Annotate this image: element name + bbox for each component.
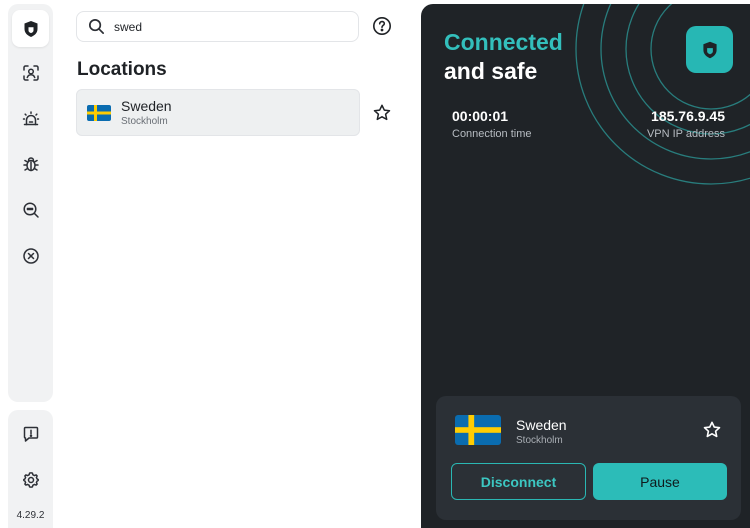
gear-icon xyxy=(22,471,39,488)
pause-button[interactable]: Pause xyxy=(593,463,727,500)
vpn-ip-value: 185.76.9.45 xyxy=(651,108,725,124)
sidebar-item-threats[interactable] xyxy=(12,145,49,182)
shield-icon xyxy=(24,20,37,37)
face-scan-icon xyxy=(22,64,39,81)
help-button[interactable] xyxy=(372,16,392,36)
disconnect-button[interactable]: Disconnect xyxy=(451,463,586,500)
star-icon xyxy=(373,104,391,121)
status-subtitle: and safe xyxy=(444,58,538,84)
sidebar-item-vpn[interactable] xyxy=(12,10,49,47)
status-title: Connected xyxy=(444,29,563,55)
alarm-icon xyxy=(22,110,39,125)
sidebar-bottom: 4.29.2 xyxy=(8,410,53,528)
protection-badge xyxy=(686,26,733,73)
block-icon xyxy=(22,247,39,264)
connection-time-label: Connection time xyxy=(452,128,532,140)
location-city: Stockholm xyxy=(121,116,168,127)
locations-title: Locations xyxy=(77,59,167,80)
current-country: Sweden xyxy=(516,417,567,433)
magnify-chat-icon xyxy=(22,201,39,218)
sidebar-item-scan[interactable] xyxy=(12,191,49,228)
favorite-button[interactable] xyxy=(372,103,392,123)
settings-button[interactable] xyxy=(12,461,49,498)
connection-panel: Connected and safe 00:00:01 Connection t… xyxy=(421,4,750,528)
search-icon xyxy=(88,18,105,35)
search-box xyxy=(76,11,359,42)
sidebar-item-identity[interactable] xyxy=(12,54,49,91)
search-input[interactable] xyxy=(114,19,334,34)
current-city: Stockholm xyxy=(516,435,563,446)
shield-icon xyxy=(702,41,717,58)
location-country: Sweden xyxy=(121,98,172,114)
connection-time-value: 00:00:01 xyxy=(452,108,509,124)
current-location-card: Sweden Stockholm Disconnect Pause xyxy=(436,396,741,520)
sweden-flag xyxy=(87,105,111,121)
vpn-ip-label: VPN IP address xyxy=(646,128,725,140)
favorite-current-button[interactable] xyxy=(701,419,723,441)
sidebar-item-block[interactable] xyxy=(12,237,49,274)
help-icon xyxy=(373,17,391,35)
feedback-button[interactable] xyxy=(12,415,49,452)
sidebar-item-alerts[interactable] xyxy=(12,100,49,137)
star-icon xyxy=(703,421,721,438)
sweden-flag xyxy=(455,415,501,445)
sidebar xyxy=(8,4,53,402)
bug-icon xyxy=(22,156,39,171)
feedback-icon xyxy=(23,426,38,442)
list-item[interactable]: Sweden Stockholm xyxy=(76,89,360,136)
app-version: 4.29.2 xyxy=(16,510,45,521)
